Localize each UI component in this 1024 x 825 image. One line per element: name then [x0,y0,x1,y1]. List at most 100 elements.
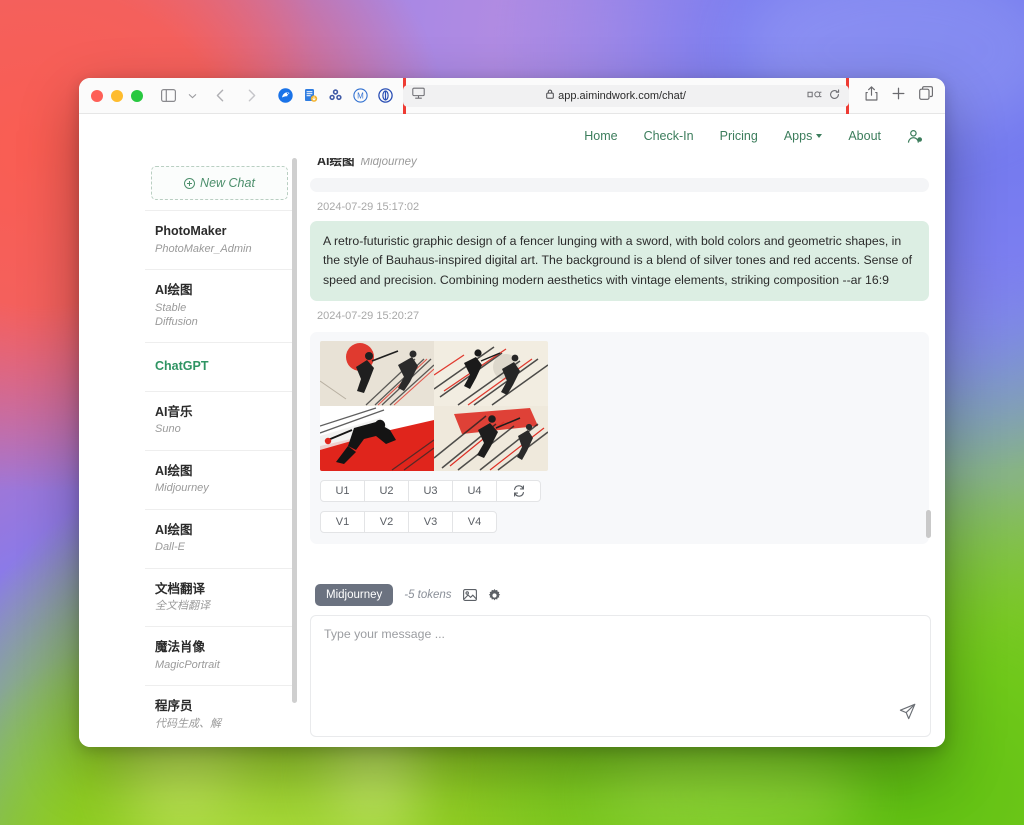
plus-circle-icon [184,177,196,189]
message-composer: Midjourney -5 tokens Type your message .… [310,572,931,747]
sidebar-item-magic-portrait[interactable]: 魔法肖像 MagicPortrait [145,626,294,685]
sidebar-item-title: AI绘图 [155,463,193,478]
sidebar-item-title: AI绘图 [155,522,193,537]
token-cost-label: -5 tokens [404,589,452,601]
chat-header-clipped: AI绘图 Midjourney [310,158,929,174]
midjourney-image-grid[interactable] [320,341,548,472]
sidebar-item-subtitle: Midjourney [155,482,209,495]
sidebar-item-subtitle: Dall-E [155,541,185,554]
sidebar-item-subtitle: Stable Diffusion [155,301,198,328]
sidebar-item-programmer[interactable]: 程序员 代码生成、解 [145,685,294,744]
new-tab-icon[interactable] [892,87,905,105]
reader-view-icon[interactable] [412,87,425,105]
reload-icon[interactable] [829,87,840,105]
gear-settings-icon[interactable] [488,588,501,602]
nav-item-check-in[interactable]: Check-In [644,129,694,143]
address-bar-container: app.aimindwork.com/chat/ [403,78,849,118]
generated-image-3[interactable] [320,406,434,472]
message-list: AI绘图 Midjourney 2024-07-29 15:17:02 A re… [310,158,931,572]
sidebar-item-subtitle: 代码生成、解 [155,718,221,730]
nav-item-home[interactable]: Home [584,129,617,143]
m-extension-icon[interactable]: M [352,88,368,104]
forward-arrow-icon[interactable] [241,85,263,107]
sidebar-item-midjourney[interactable]: AI绘图 Midjourney [145,449,294,509]
nav-label: Apps [783,129,813,143]
sidebar-item-title: 文档翻译 [155,581,206,596]
maximize-window-button[interactable] [131,89,143,102]
variation-button-v2[interactable]: V2 [364,511,409,534]
browser-window: M app.aimindwork.com/chat/ Home Check-In… [79,78,945,747]
address-bar[interactable]: app.aimindwork.com/chat/ [403,84,849,107]
sidebar-item-dalle[interactable]: AI绘图 Dall-E [145,508,294,568]
zero-extension-icon[interactable] [377,88,393,104]
sidebar-item-subtitle: MagicPortrait [155,659,220,672]
sidebar-item-subtitle: Suno [155,423,181,436]
generated-image-1[interactable] [320,341,434,407]
user-account-icon[interactable] [907,129,923,144]
variation-button-v1[interactable]: V1 [320,511,365,534]
cluster-extension-icon[interactable] [327,88,343,104]
send-paper-plane-icon[interactable] [899,703,916,725]
sidebar-item-document-translate[interactable]: 文档翻译 全文档翻译 [145,567,294,627]
extensions-icon[interactable] [807,87,822,105]
share-icon[interactable] [865,85,878,106]
upscale-button-u2[interactable]: U2 [364,480,409,503]
nav-item-pricing[interactable]: Pricing [720,129,758,143]
sidebar-item-title: 程序员 [155,699,193,714]
sidebar-item-photomaker[interactable]: PhotoMaker PhotoMaker_Admin [145,210,294,269]
nav-item-about[interactable]: About [848,129,881,143]
upscale-button-u1[interactable]: U1 [320,480,365,503]
app-body: New Chat PhotoMaker PhotoMaker_Admin AI绘… [79,158,945,747]
message-timestamp: 2024-07-29 15:17:02 [317,201,420,213]
sidebar-chevron-down-icon[interactable] [181,85,203,107]
doc-extension-icon[interactable] [302,88,318,104]
sidebar-item-title: 魔法肖像 [155,640,206,655]
close-window-button[interactable] [91,89,103,102]
variation-button-v4[interactable]: V4 [452,511,497,534]
chat-header-sub: Midjourney [360,158,417,168]
message-input[interactable]: Type your message ... [310,615,931,737]
sidebar-item-title: PhotoMaker [155,224,227,238]
nav-label: Pricing [719,129,758,143]
minimize-window-button[interactable] [111,89,123,102]
reroll-refresh-icon[interactable] [496,480,541,503]
browser-extensions: M [277,88,393,104]
sidebar-item-subtitle: 全文档翻译 [155,600,210,613]
parrot-extension-icon[interactable] [277,88,293,104]
sidebar-scrollbar[interactable] [292,158,297,703]
model-badge[interactable]: Midjourney [315,584,394,606]
variation-button-row: V1 V2 V3 V4 [320,511,919,534]
upscale-button-u4[interactable]: U4 [452,480,497,503]
nav-item-apps[interactable]: Apps [784,129,823,143]
tab-overview-icon[interactable] [919,86,933,105]
back-arrow-icon[interactable] [209,85,231,107]
chat-main: AI绘图 Midjourney 2024-07-29 15:17:02 A re… [297,158,945,747]
sidebar-item-chatgpt[interactable]: ChatGPT [145,342,294,391]
web-page: Home Check-In Pricing Apps About New Cha… [79,114,945,747]
message-bubble-partial [310,178,929,192]
sidebar-item-suno[interactable]: AI音乐 Suno [145,390,294,450]
wallpaper-streak [600,740,860,825]
nav-label: About [848,129,881,143]
upscale-button-row: U1 U2 U3 U4 [320,480,919,503]
new-chat-label: New Chat [200,176,255,190]
sidebar-item-subtitle: PhotoMaker_Admin [155,242,252,255]
variation-button-v3[interactable]: V3 [408,511,453,534]
traffic-lights [91,89,143,102]
message-input-placeholder: Type your message ... [324,627,445,641]
composer-toolbar: Midjourney -5 tokens [310,580,931,615]
image-attach-icon[interactable] [462,589,477,601]
sidebar-toggle-icon[interactable] [157,85,179,107]
nav-label: Home [584,129,618,143]
new-chat-button[interactable]: New Chat [151,166,288,200]
message-list-scrollbar[interactable] [926,510,931,538]
sidebar-item-title: ChatGPT [155,359,209,374]
message-timestamp: 2024-07-29 15:20:27 [317,310,420,323]
generated-image-4[interactable] [434,406,548,472]
sidebar-item-stable-diffusion[interactable]: AI绘图 Stable Diffusion [145,268,294,342]
generated-image-2[interactable] [434,341,548,407]
upscale-button-u3[interactable]: U3 [408,480,453,503]
svg-text:M: M [357,92,364,101]
nav-label: Check-In [643,129,694,143]
sidebar-item-title: AI音乐 [155,404,193,419]
